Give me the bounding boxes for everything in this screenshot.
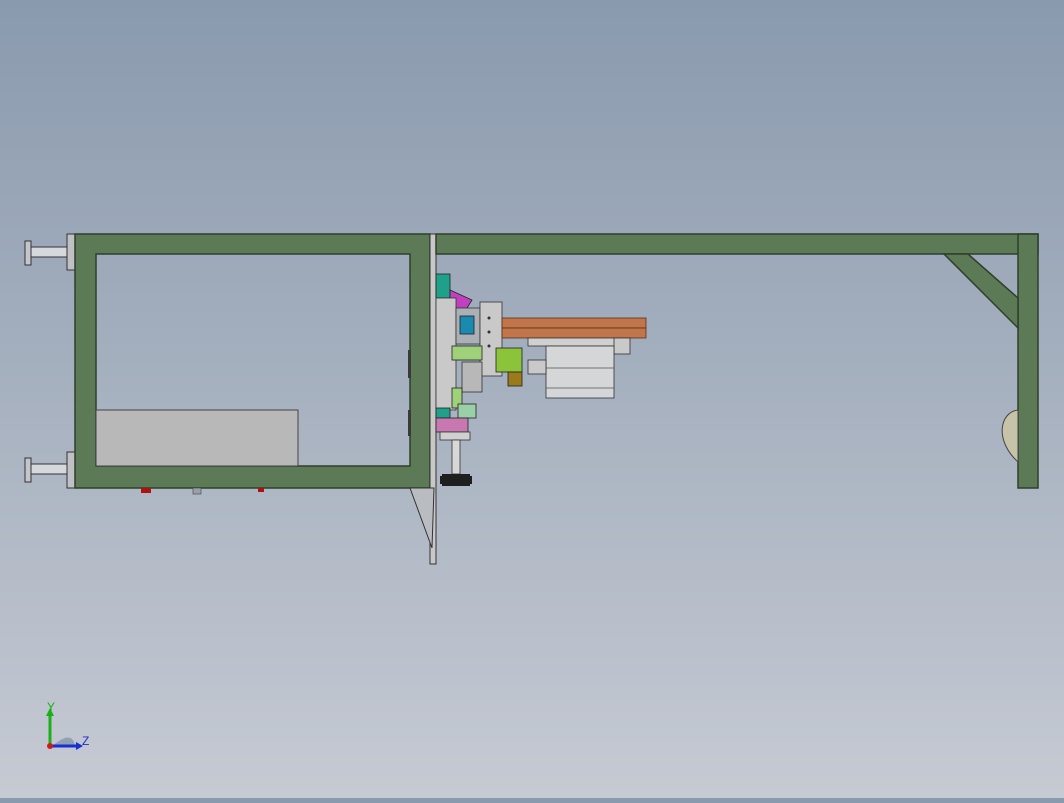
origin-dot — [47, 743, 53, 749]
right-frame[interactable] — [435, 233, 1039, 489]
leveling-foot-top[interactable] — [24, 233, 77, 271]
control-box-panel[interactable] — [95, 409, 299, 467]
cad-model-view[interactable]: Y Z — [0, 0, 1064, 798]
linear-rail — [501, 317, 647, 329]
y-axis-label: Y — [47, 700, 55, 714]
pick-place-mechanism[interactable] — [435, 273, 647, 486]
machine-frame-assembly[interactable] — [24, 233, 1039, 565]
cad-viewport[interactable]: Y Z — [0, 0, 1064, 798]
pneumatic-cylinder — [545, 345, 615, 399]
gripper-block — [435, 417, 469, 433]
caster-wheel — [1001, 409, 1019, 464]
support-bracket — [409, 487, 435, 549]
coordinate-triad: Y Z — [46, 700, 89, 750]
red-indicator — [141, 488, 151, 493]
gear-wheel — [442, 474, 470, 486]
leveling-foot-bottom[interactable] — [24, 451, 77, 489]
z-axis-label: Z — [82, 734, 89, 748]
left-frame[interactable] — [74, 233, 431, 495]
corner-brace — [942, 253, 1019, 330]
